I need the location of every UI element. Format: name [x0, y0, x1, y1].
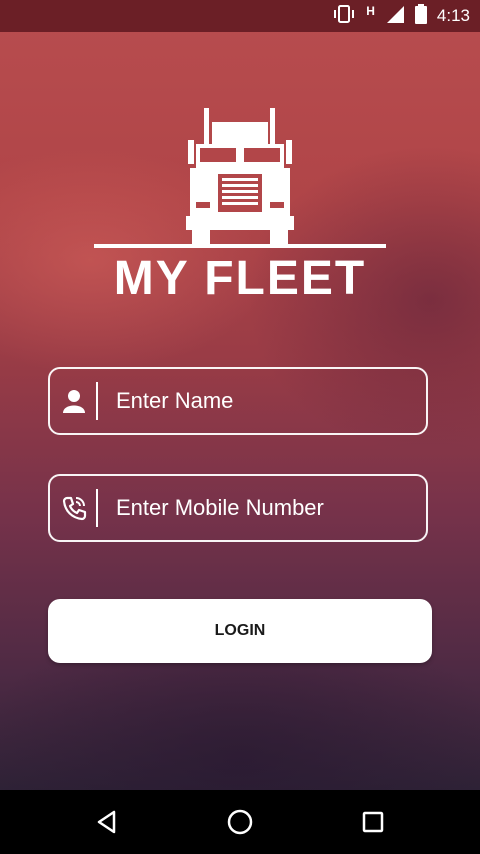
- signal-icon: [385, 4, 405, 29]
- login-button[interactable]: LOGIN: [48, 599, 432, 663]
- phone-icon: [52, 476, 96, 540]
- mobile-field[interactable]: [48, 474, 428, 542]
- login-screen: H 4:13 MY FLEET Enter Name Enter Mobile …: [0, 0, 480, 854]
- back-button[interactable]: [67, 790, 147, 854]
- name-input[interactable]: [98, 368, 426, 434]
- person-icon: [52, 369, 96, 433]
- home-button[interactable]: [200, 790, 280, 854]
- app-logo: MY FLEET: [92, 104, 388, 305]
- status-bar: H 4:13: [0, 0, 480, 32]
- vibrate-icon: [332, 4, 356, 29]
- logo-text: MY FLEET: [114, 252, 366, 304]
- home-icon: [227, 809, 253, 835]
- name-field[interactable]: [48, 367, 428, 435]
- truck-icon: MY FLEET: [94, 108, 386, 305]
- recents-icon: [362, 811, 384, 833]
- mobile-input[interactable]: [98, 475, 426, 541]
- battery-icon: [414, 3, 427, 29]
- navigation-bar: [0, 790, 480, 854]
- back-icon: [97, 810, 116, 834]
- recents-button[interactable]: [333, 790, 413, 854]
- clock: 4:13: [436, 6, 470, 25]
- network-type-icon: H: [366, 4, 375, 18]
